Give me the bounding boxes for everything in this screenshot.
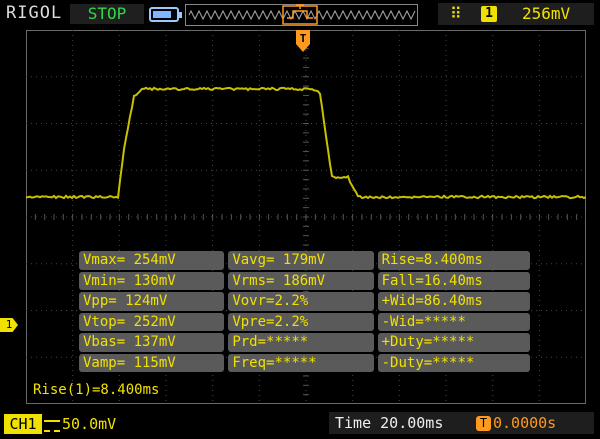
timebase[interactable]: Time 20.00ms	[329, 412, 475, 434]
measurement-row: Vtop= 252mV Vpre=2.2% -Wid=*****	[77, 312, 532, 333]
run-stop-status[interactable]: STOP	[70, 4, 144, 24]
measurement-cell: -Duty=*****	[378, 354, 530, 373]
measurement-row: Vbas= 137mV Prd=***** +Duty=*****	[77, 332, 532, 353]
rising-edge-icon: ⠿	[450, 4, 462, 23]
cursor-readout: Rise(1)=8.400ms	[33, 382, 159, 398]
measurement-cell: Prd=*****	[228, 333, 373, 352]
measurement-cell: Fall=16.40ms	[378, 272, 530, 291]
measurement-cell: Vrms= 186mV	[228, 272, 373, 291]
trigger-position-marker[interactable]: T	[296, 30, 310, 52]
measurement-table: Vmax= 254mV Vavg= 179mV Rise=8.400ms Vmin= …	[77, 250, 532, 373]
measurement-row: Vpp= 124mV Vovr=2.2% +Wid=86.40ms	[77, 291, 532, 312]
dc-coupling-icon	[44, 420, 60, 432]
measurement-cell: Vpre=2.2%	[228, 313, 373, 332]
measurement-cell: +Duty=*****	[378, 333, 530, 352]
trigger-offset: 0.0000s	[493, 414, 556, 432]
measurement-cell: Vmin= 130mV	[79, 272, 224, 291]
measurement-cell: Vbas= 137mV	[79, 333, 224, 352]
measurement-cell: Vovr=2.2%	[228, 292, 373, 311]
measurement-row: Vmax= 254mV Vavg= 179mV Rise=8.400ms	[77, 250, 532, 271]
measurement-cell: Vmax= 254mV	[79, 251, 224, 270]
measurement-row: Vamp= 115mV Freq=***** -Duty=*****	[77, 353, 532, 374]
trigger-icon: T	[476, 416, 491, 431]
measurement-cell: Rise=8.400ms	[378, 251, 530, 270]
trigger-offset-panel[interactable]: T 0.0000s	[472, 412, 594, 434]
svg-text:T: T	[300, 32, 307, 45]
measurement-cell: Vavg= 179mV	[228, 251, 373, 270]
memory-depth-indicator	[185, 4, 418, 26]
brand-logo: RIGOL	[6, 3, 62, 23]
measurement-cell: +Wid=86.40ms	[378, 292, 530, 311]
vertical-scale: 50.0mV	[62, 415, 116, 433]
measurement-cell: Vamp= 115mV	[79, 354, 224, 373]
battery-icon	[149, 7, 179, 22]
measurement-cell: Vtop= 252mV	[79, 313, 224, 332]
channel1-settings[interactable]: CH1 50.0mV	[4, 414, 128, 434]
trigger-level: 256mV	[522, 4, 570, 23]
channel1-level-marker[interactable]: 1	[0, 318, 18, 332]
channel-name: CH1	[4, 414, 42, 434]
measurement-cell: Vpp= 124mV	[79, 292, 224, 311]
trigger-source-badge: 1	[481, 6, 497, 22]
measurement-cell: Freq=*****	[228, 354, 373, 373]
measurement-cell: -Wid=*****	[378, 313, 530, 332]
oscilloscope-screen: RIGOL STOP ⠿ 1 256mV T Vmax= 254mV Vavg= …	[0, 0, 600, 439]
trigger-panel[interactable]: ⠿ 1 256mV	[438, 3, 594, 25]
measurement-row: Vmin= 130mV Vrms= 186mV Fall=16.40ms	[77, 271, 532, 292]
